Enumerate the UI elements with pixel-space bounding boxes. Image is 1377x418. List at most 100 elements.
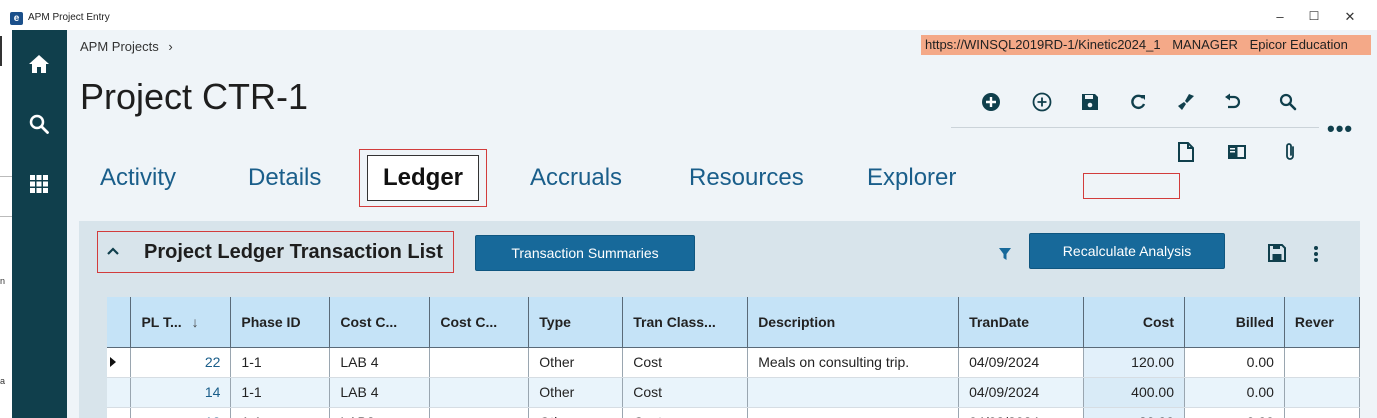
tran-date-cell[interactable]: 04/03/2024 [958,407,1085,418]
table-row[interactable]: 12 1-1 LAB3 Other Cost 04/03/2024 80.00 … [107,407,1360,418]
rever-cell[interactable] [1284,407,1360,418]
tab-details[interactable]: Details [248,164,321,192]
undo-icon[interactable] [1221,91,1243,113]
pl-tran-cell[interactable]: 14 [130,377,232,408]
phase-id-cell[interactable]: 1-1 [230,377,331,408]
toolbar-divider [951,127,1319,128]
transaction-summaries-button[interactable]: Transaction Summaries [475,235,695,271]
reader-icon[interactable] [1226,141,1248,163]
column-header-type[interactable]: Type [528,297,624,348]
tran-class-cell[interactable]: Cost [622,377,749,408]
column-header-tran-date[interactable]: TranDate [958,297,1085,348]
column-header-description[interactable]: Description [747,297,960,348]
description-cell[interactable] [747,377,960,408]
recalculate-analysis-button[interactable]: Recalculate Analysis [1029,233,1225,269]
filter-icon[interactable] [998,247,1012,261]
find-icon[interactable] [1277,91,1299,113]
tran-class-cell[interactable]: Cost [622,407,749,418]
cost-code-2-cell[interactable] [429,377,530,408]
tab-accruals[interactable]: Accruals [530,164,622,192]
add-icon[interactable] [1031,91,1053,113]
ledger-panel: Project Ledger Transaction List Transact… [79,221,1360,418]
description-cell[interactable] [747,407,960,418]
home-icon[interactable] [27,52,51,76]
tab-explorer[interactable]: Explorer [867,164,956,192]
breadcrumb-link[interactable]: APM Projects [80,39,159,54]
minimize-button[interactable]: – [1270,9,1290,24]
cost-cell[interactable]: 400.00 [1083,377,1185,408]
cost-code-1-cell[interactable]: LAB 4 [329,347,431,378]
billed-cell[interactable]: 0.00 [1184,407,1285,418]
column-header-billed[interactable]: Billed [1184,297,1285,348]
tab-ledger[interactable]: Ledger [367,155,479,201]
cost-code-1-cell[interactable]: LAB3 [329,407,431,418]
column-header-rever[interactable]: Rever [1284,297,1360,348]
billed-cell[interactable]: 0.00 [1184,377,1285,408]
cost-cell-highlight [1083,173,1180,199]
column-header-cost-code-2[interactable]: Cost C... [429,297,530,348]
rever-cell[interactable] [1284,347,1360,378]
tran-date-cell[interactable]: 04/09/2024 [958,347,1085,378]
tran-class-cell[interactable]: Cost [622,347,749,378]
rever-cell[interactable] [1284,377,1360,408]
server-url: https://WINSQL2019RD-1/Kinetic2024_1 [925,37,1161,52]
tab-activity[interactable]: Activity [100,164,176,192]
close-button[interactable]: ✕ [1340,9,1360,25]
panel-title: Project Ledger Transaction List [144,241,443,263]
tran-date-cell[interactable]: 04/09/2024 [958,377,1085,408]
grid-icon[interactable] [27,172,51,196]
user-name: MANAGER [1172,37,1238,52]
type-cell[interactable]: Other [528,377,624,408]
cost-code-1-cell[interactable]: LAB 4 [329,377,431,408]
new-document-icon[interactable] [1175,141,1197,163]
maximize-button[interactable]: ☐ [1304,9,1324,23]
background-window-strip: n a [0,30,12,418]
phase-id-cell[interactable]: 1-1 [230,407,331,418]
sidebar [12,30,67,418]
pl-tran-cell[interactable]: 12 [130,407,232,418]
attachment-icon[interactable] [1279,141,1301,163]
clear-icon[interactable] [1175,91,1197,113]
table-row[interactable]: 22 1-1 LAB 4 Other Cost Meals on consult… [107,347,1360,378]
environment-banner: https://WINSQL2019RD-1/Kinetic2024_1 MAN… [921,35,1371,55]
cost-code-2-cell[interactable] [429,347,530,378]
cost-cell[interactable]: 80.00 [1083,407,1185,418]
row-selector-cell[interactable] [107,407,132,418]
chevron-up-icon[interactable] [106,243,120,261]
phase-id-cell[interactable]: 1-1 [230,347,331,378]
refresh-icon[interactable] [1127,91,1149,113]
column-header-pl-tran[interactable]: PL T... ↓ [130,297,232,348]
table-row[interactable]: 14 1-1 LAB 4 Other Cost 04/09/2024 400.0… [107,377,1360,408]
company-name: Epicor Education [1249,37,1348,52]
grid-header-row: PL T... ↓ Phase ID Cost C... Cost C... Ty… [107,297,1360,348]
title-bar: e APM Project Entry – ☐ ✕ [0,0,1377,30]
main-area: APM Projects › https://WINSQL2019RD-1/Ki… [67,30,1377,418]
current-row-indicator [107,347,132,378]
row-selector-cell[interactable] [107,377,132,408]
sort-down-icon: ↓ [191,313,199,330]
page-title: Project CTR-1 [80,76,309,117]
column-header-tran-class[interactable]: Tran Class... [622,297,749,348]
new-icon[interactable] [980,91,1002,113]
save-icon[interactable] [1079,91,1101,113]
kebab-menu-icon[interactable] [1313,245,1319,263]
row-selector-header [107,297,132,348]
save-layout-icon[interactable] [1268,244,1286,262]
column-header-phase-id[interactable]: Phase ID [230,297,331,348]
breadcrumb: APM Projects › [80,39,173,54]
ledger-grid: PL T... ↓ Phase ID Cost C... Cost C... Ty… [107,297,1360,418]
cost-cell[interactable]: 120.00 [1083,347,1185,378]
description-cell[interactable]: Meals on consulting trip. [747,347,960,378]
more-options-icon[interactable]: ••• [1327,116,1353,142]
column-header-cost[interactable]: Cost [1083,297,1185,348]
search-icon[interactable] [27,112,51,136]
type-cell[interactable]: Other [528,407,624,418]
column-header-cost-code-1[interactable]: Cost C... [329,297,431,348]
cost-code-2-cell[interactable] [429,407,530,418]
type-cell[interactable]: Other [528,347,624,378]
tab-resources[interactable]: Resources [689,164,804,192]
billed-cell[interactable]: 0.00 [1184,347,1285,378]
breadcrumb-separator: › [168,39,173,54]
app-logo-icon: e [10,12,23,25]
pl-tran-cell[interactable]: 22 [130,347,232,378]
